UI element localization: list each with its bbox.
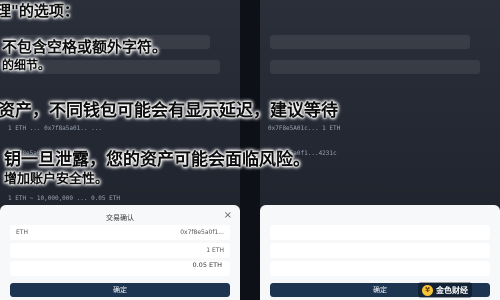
bg-row: 1 ETH ~ 10,000,000 ... 0.05 ETH <box>8 195 120 202</box>
amount-field[interactable]: 1 ETH <box>10 243 230 258</box>
overlay-text-line-2: 不包含空格或额外字符。 <box>2 38 168 56</box>
confirm-button[interactable]: 确定 <box>10 283 230 297</box>
overlay-text-line-1: 理"的选项： <box>0 2 79 20</box>
watermark: ¥ 金色财经 <box>418 282 472 298</box>
field-value: 0x7f8e5a0f1... <box>180 229 224 236</box>
fee-value: 0.05 ETH <box>192 261 222 269</box>
field-value: 1 ETH <box>206 247 224 254</box>
coin-logo-icon: ¥ <box>422 284 433 296</box>
bg-bar <box>270 35 470 49</box>
address-field[interactable] <box>270 225 490 240</box>
address-field[interactable]: ETH 0x7f8e5a0f1... <box>10 225 230 240</box>
overlay-text-line-3: 的细节。 <box>2 58 51 72</box>
bg-row: 0x7F8e5A01c... 1 ETH <box>268 125 341 132</box>
overlay-text-line-5: 钥一旦泄露，您的资产可能会面临风险。 <box>4 150 310 170</box>
watermark-text: 金色财经 <box>436 285 468 295</box>
field-label: ETH <box>16 229 28 236</box>
bg-row: 1 ETH ... 0x7f8a5a01.. ... <box>8 125 102 132</box>
modal-title: 交易确认 <box>106 214 134 222</box>
gas-field[interactable] <box>270 261 490 276</box>
close-icon[interactable]: × <box>224 210 232 221</box>
amount-field[interactable] <box>270 243 490 258</box>
overlay-text-line-4: 资产，不同钱包可能会有显示延迟，建议等待 <box>0 101 338 121</box>
overlay-text-line-6: 增加账户安全性。 <box>4 172 109 187</box>
bg-bar <box>270 60 480 74</box>
